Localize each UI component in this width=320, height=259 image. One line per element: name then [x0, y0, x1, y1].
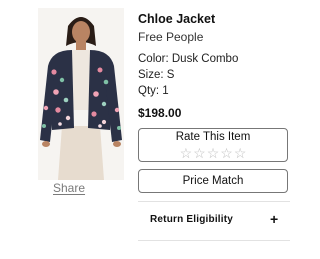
product-brand: Free People — [138, 30, 204, 44]
rate-item-box[interactable]: Rate This Item ☆ ☆ ☆ ☆ ☆ — [138, 128, 288, 162]
divider — [138, 240, 290, 241]
price-match-button[interactable]: Price Match — [138, 169, 288, 193]
product-image[interactable] — [38, 8, 124, 180]
star-outline-icon[interactable]: ☆ — [207, 146, 220, 160]
star-rating: ☆ ☆ ☆ ☆ ☆ — [139, 146, 287, 160]
product-quantity: Qty: 1 — [138, 85, 169, 97]
share-link[interactable]: Share — [53, 181, 85, 195]
product-photo-illustration — [38, 8, 124, 180]
star-outline-icon[interactable]: ☆ — [193, 146, 206, 160]
product-size: Size: S — [138, 69, 175, 81]
product-price: $198.00 — [138, 106, 182, 120]
product-title[interactable]: Chloe Jacket — [138, 12, 290, 27]
star-outline-icon[interactable]: ☆ — [180, 146, 193, 160]
return-eligibility-accordion[interactable]: Return Eligibility + — [138, 202, 290, 240]
return-eligibility-label: Return Eligibility — [150, 214, 234, 225]
product-details: Chloe Jacket Free People Color: Dusk Com… — [138, 12, 290, 120]
plus-icon[interactable]: + — [270, 211, 278, 227]
order-item-card: Share Chloe Jacket Free People Color: Du… — [0, 0, 300, 259]
star-outline-icon[interactable]: ☆ — [234, 146, 247, 160]
product-color: Color: Dusk Combo — [138, 53, 239, 65]
star-outline-icon[interactable]: ☆ — [220, 146, 233, 160]
rate-item-label: Rate This Item — [175, 131, 251, 143]
